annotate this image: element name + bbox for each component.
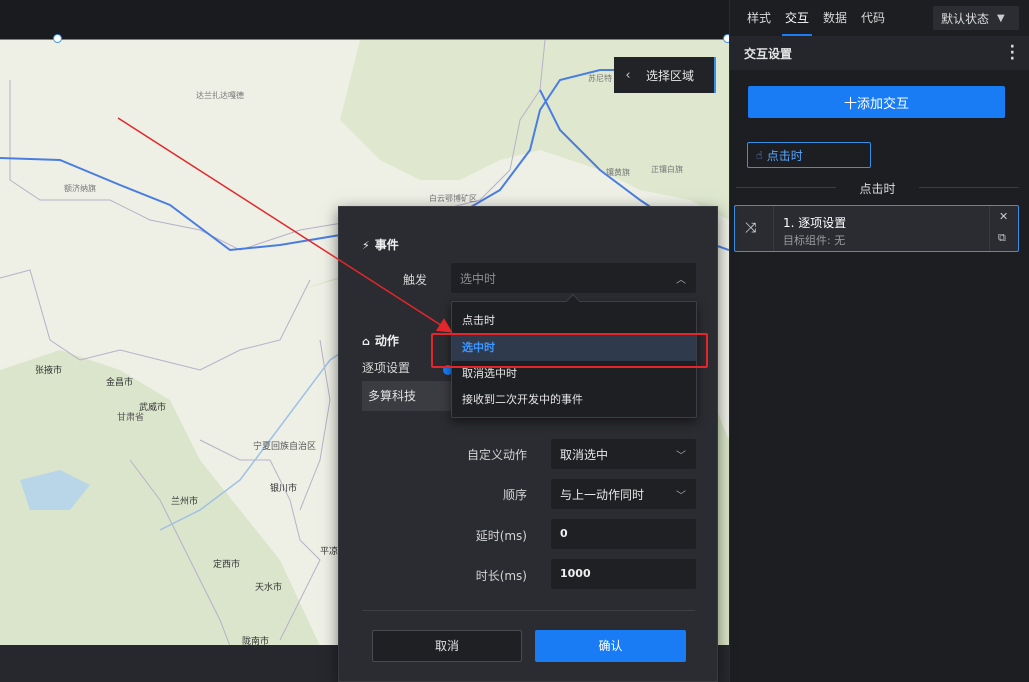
- trigger-chip[interactable]: ☝ 点击时: [747, 142, 871, 168]
- map-city-label: 定西市: [213, 560, 241, 570]
- order-select[interactable]: 与上一动作同时 ﹀: [551, 479, 696, 509]
- app-root: 达兰扎达嘎德 苏尼特 额济纳旗 镶黄旗 正镶白旗 白云鄂博矿区 张掖市 金昌市 武威市 甘肃省 宁夏…: [0, 0, 1029, 682]
- action-section-title: ⌂ 动作: [362, 334, 399, 348]
- duration-input[interactable]: 1000: [551, 559, 696, 589]
- chevron-down-icon: ▼: [997, 12, 1005, 24]
- tab-style[interactable]: 样式: [740, 0, 778, 36]
- home-icon: ⌂: [362, 335, 370, 348]
- chevron-down-icon: ﹀: [676, 451, 686, 462]
- lightning-icon: ⚡: [362, 239, 370, 252]
- map-city-label: 平凉: [320, 547, 339, 557]
- map-city-label: 天水市: [255, 583, 283, 593]
- order-label: 顺序: [502, 488, 527, 502]
- confirm-button[interactable]: 确认: [535, 630, 686, 662]
- divider-label: 点击时: [859, 182, 896, 196]
- map-city-label: 额济纳旗: [64, 184, 96, 193]
- shuffle-icon: ⤨: [745, 220, 757, 236]
- dropdown-option[interactable]: 接收到二次开发中的事件: [452, 387, 696, 413]
- add-interaction-button[interactable]: 十添加交互: [748, 86, 1005, 118]
- action-card[interactable]: ⤨ 1. 逐项设置 目标组件: 无 ✕ ⧉: [734, 205, 1019, 252]
- trigger-chip-label: 点击时: [766, 148, 803, 163]
- map-city-label: 宁夏回族自治区: [253, 442, 317, 452]
- trigger-select-value: 选中时: [460, 271, 497, 286]
- order-value: 与上一动作同时: [560, 487, 645, 502]
- settings-panel: 样式 交互 数据 代码 默认状态 ▼ 交互设置 · · · 十添加交互 ☝ 点击时 …: [729, 0, 1029, 682]
- state-select-value: 默认状态: [941, 11, 990, 26]
- interaction-modal: ⚡ 事件 触发 选中时 ︿ ⌂ 动作 逐项设置 多算科技 自定义动作 取消选中 ﹀ …: [338, 206, 718, 682]
- chevron-left-icon[interactable]: ‹: [614, 68, 642, 83]
- map-city-label: 苏尼特: [588, 74, 612, 83]
- map-city-label: 甘肃省: [117, 413, 145, 423]
- delay-input[interactable]: 0: [551, 519, 696, 549]
- chevron-down-icon: ﹀: [676, 491, 686, 502]
- action-card-name: 1. 逐项设置: [783, 216, 847, 230]
- map-city-label: 达兰扎达嘎德: [196, 91, 244, 100]
- tab-code[interactable]: 代码: [854, 0, 892, 36]
- event-section-title: ⚡ 事件: [362, 238, 399, 252]
- modal-divider: [362, 610, 695, 611]
- canvas-toolbar: [0, 0, 729, 39]
- pointer-click-icon: ☝: [756, 148, 763, 162]
- delay-label: 延时(ms): [475, 529, 527, 543]
- chevron-up-icon: ︿: [676, 275, 686, 286]
- map-city-label: 镶黄旗: [606, 168, 630, 177]
- cancel-button[interactable]: 取消: [372, 630, 522, 662]
- section-divider: 点击时: [736, 182, 1019, 196]
- map-city-label: 张掖市: [35, 366, 63, 376]
- state-select[interactable]: 默认状态 ▼: [933, 6, 1019, 30]
- trigger-label: 触发: [402, 273, 427, 287]
- panel-header: 交互设置 · · ·: [730, 36, 1029, 70]
- map-city-label: 正镶白旗: [651, 165, 683, 174]
- selection-handle[interactable]: [53, 34, 62, 43]
- map-city-label: 兰州市: [171, 497, 199, 507]
- trigger-select[interactable]: 选中时 ︿: [451, 263, 696, 293]
- dropdown-option[interactable]: 点击时: [452, 308, 696, 334]
- map-city-label: 白云鄂博矿区: [429, 194, 477, 203]
- tab-interaction[interactable]: 交互: [778, 0, 816, 36]
- tab-data[interactable]: 数据: [816, 0, 854, 36]
- more-vertical-icon[interactable]: · · ·: [1010, 40, 1015, 66]
- action-row-label: 逐项设置: [362, 361, 411, 375]
- annotation-highlight-box: [431, 333, 708, 368]
- duration-label: 时长(ms): [475, 569, 527, 583]
- action-card-target: 目标组件: 无: [783, 234, 846, 247]
- company-label[interactable]: 多算科技: [362, 381, 452, 411]
- panel-header-title: 交互设置: [744, 46, 793, 61]
- map-city-label: 金昌市: [106, 378, 134, 388]
- custom-action-label: 自定义动作: [466, 448, 527, 462]
- map-city-label: 银川市: [270, 484, 298, 494]
- close-icon[interactable]: ✕: [999, 210, 1008, 223]
- custom-action-select[interactable]: 取消选中 ﹀: [551, 439, 696, 469]
- region-selector[interactable]: ‹ 选择区域: [614, 57, 716, 93]
- region-selector-label: 选择区域: [646, 68, 695, 83]
- copy-icon[interactable]: ⧉: [998, 231, 1006, 245]
- map-city-label: 陇南市: [242, 637, 270, 645]
- custom-action-value: 取消选中: [560, 447, 609, 462]
